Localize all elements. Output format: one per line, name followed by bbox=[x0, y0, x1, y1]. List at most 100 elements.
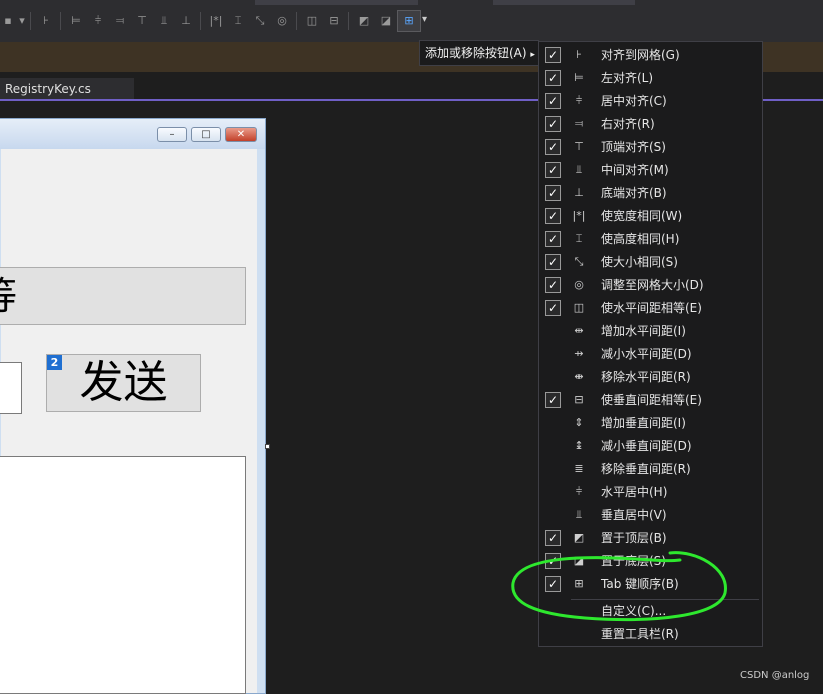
menu-item-label: 使宽度相同(W) bbox=[601, 209, 683, 223]
layout-toolbar: ▪ ▾ ⊦ ⊨ ⫩ ⫤ ⊤ ⫫ ⊥ |*| ⌶ ⤡ ◎ ◫ ⊟ ◩ ◪ ⊞ ▾ bbox=[0, 0, 823, 42]
menu-item-checkbox[interactable]: ✓ bbox=[545, 254, 561, 270]
menu-item-20[interactable]: ⫫ 垂直居中(V) bbox=[539, 504, 762, 527]
menu-item-checkbox[interactable] bbox=[545, 323, 561, 339]
menu-item-label: 增加垂直间距(I) bbox=[601, 416, 686, 430]
menu-item-2[interactable]: ✓ ⫩ 居中对齐(C) bbox=[539, 90, 762, 113]
menu-item-checkbox[interactable] bbox=[545, 369, 561, 385]
menu-item-7[interactable]: ✓ |*| 使宽度相同(W) bbox=[539, 205, 762, 228]
menu-item-13[interactable]: ⇸ 减小水平间距(D) bbox=[539, 343, 762, 366]
tab-order-button[interactable]: ⊞ bbox=[397, 10, 421, 32]
menu-item-18[interactable]: ≣ 移除垂直间距(R) bbox=[539, 458, 762, 481]
menu-item-checkbox[interactable]: ✓ bbox=[545, 553, 561, 569]
send-to-back-icon: ◪ bbox=[573, 554, 585, 567]
menu-item-16[interactable]: ⇕ 增加垂直间距(I) bbox=[539, 412, 762, 435]
add-remove-buttons-menu: ✓ ⊦ 对齐到网格(G) ✓ ⊨ 左对齐(L) ✓ ⫩ 居中对齐(C) ✓ ⫤ 右对齐(R) ✓ ⊤ 顶端对… bbox=[538, 41, 763, 647]
chevron-right-icon: ▸ bbox=[530, 50, 535, 60]
menu-item-checkbox[interactable]: ✓ bbox=[545, 70, 561, 86]
menu-item-9[interactable]: ✓ ⤡ 使大小相同(S) bbox=[539, 251, 762, 274]
send-button[interactable]: 发送 bbox=[46, 354, 201, 412]
menu-item-checkbox[interactable]: ✓ bbox=[545, 576, 561, 592]
menu-item-checkbox[interactable]: ✓ bbox=[545, 231, 561, 247]
menu-item-4[interactable]: ✓ ⊤ 顶端对齐(S) bbox=[539, 136, 762, 159]
menu-item-19[interactable]: ⫩ 水平居中(H) bbox=[539, 481, 762, 504]
same-size-icon[interactable]: ⤡ bbox=[252, 13, 268, 29]
resize-handle[interactable] bbox=[265, 444, 270, 449]
align-left-icon[interactable]: ⊨ bbox=[68, 13, 84, 29]
menu-item-0[interactable]: ✓ ⊦ 对齐到网格(G) bbox=[539, 44, 762, 67]
menu-item-checkbox[interactable]: ✓ bbox=[545, 47, 561, 63]
vspacing-equal-icon[interactable]: ⊟ bbox=[326, 13, 342, 29]
menu-item-8[interactable]: ✓ ⌶ 使高度相同(H) bbox=[539, 228, 762, 251]
align-right-icon: ⫤ bbox=[574, 117, 584, 130]
menu-item-12[interactable]: ⇹ 增加水平间距(I) bbox=[539, 320, 762, 343]
menu-item-label: 增加水平间距(I) bbox=[601, 324, 686, 338]
close-icon[interactable]: ✕ bbox=[225, 127, 257, 142]
align-center-icon[interactable]: ⫩ bbox=[90, 13, 106, 29]
menu-item-label: 减小垂直间距(D) bbox=[601, 439, 692, 453]
output-panel[interactable] bbox=[0, 456, 246, 694]
menu-item-checkbox[interactable]: ✓ bbox=[545, 116, 561, 132]
same-height-icon: ⌶ bbox=[575, 232, 583, 245]
center-horizontally-icon: ⫩ bbox=[575, 485, 583, 498]
menu-item-checkbox[interactable] bbox=[545, 438, 561, 454]
add-remove-buttons-dropdown[interactable]: 添加或移除按钮(A) ▸ bbox=[419, 40, 539, 66]
menu-item-checkbox[interactable] bbox=[545, 346, 561, 362]
menu-item-checkbox[interactable]: ✓ bbox=[545, 208, 561, 224]
menu-item-checkbox[interactable] bbox=[545, 415, 561, 431]
message-input[interactable] bbox=[0, 362, 22, 414]
add-remove-dropdown-toggle[interactable]: ▾ bbox=[422, 14, 432, 34]
add-remove-label: 添加或移除按钮(A) bbox=[425, 46, 527, 60]
maximize-icon[interactable]: □ bbox=[191, 127, 221, 142]
align-grid-icon: ⊦ bbox=[576, 48, 582, 61]
align-middle-icon[interactable]: ⫫ bbox=[156, 13, 172, 29]
hspacing-equal-icon[interactable]: ◫ bbox=[304, 13, 320, 29]
toolbar-separator bbox=[200, 12, 201, 30]
same-height-icon[interactable]: ⌶ bbox=[230, 13, 246, 29]
menu-item-11[interactable]: ✓ ◫ 使水平间距相等(E) bbox=[539, 297, 762, 320]
menu-item-checkbox[interactable] bbox=[545, 484, 561, 500]
menu-item-label: 居中对齐(C) bbox=[601, 94, 667, 108]
minimize-icon[interactable]: – bbox=[157, 127, 187, 142]
menu-item-checkbox[interactable] bbox=[545, 461, 561, 477]
toolbar-top-strip-2 bbox=[493, 0, 635, 5]
same-width-icon[interactable]: |*| bbox=[208, 13, 224, 29]
align-top-icon[interactable]: ⊤ bbox=[134, 13, 150, 29]
menu-item-checkbox[interactable] bbox=[545, 507, 561, 523]
send-to-back-icon[interactable]: ◪ bbox=[378, 13, 394, 29]
align-bottom-icon[interactable]: ⊥ bbox=[178, 13, 194, 29]
menu-item-checkbox[interactable]: ✓ bbox=[545, 162, 561, 178]
menu-item-10[interactable]: ✓ ◎ 调整至网格大小(D) bbox=[539, 274, 762, 297]
menu-item-checkbox[interactable]: ✓ bbox=[545, 530, 561, 546]
menu-item-25[interactable]: 重置工具栏(R) bbox=[539, 623, 762, 646]
menu-item-checkbox[interactable]: ✓ bbox=[545, 277, 561, 293]
bring-to-front-icon[interactable]: ◩ bbox=[356, 13, 372, 29]
menu-item-23[interactable]: ✓ ⊞ Tab 键顺序(B) bbox=[539, 573, 762, 596]
menu-item-checkbox[interactable]: ✓ bbox=[545, 93, 561, 109]
text-display-box[interactable]: 等 bbox=[0, 267, 246, 325]
menu-item-checkbox[interactable]: ✓ bbox=[545, 139, 561, 155]
menu-separator bbox=[571, 599, 759, 600]
menu-item-14[interactable]: ⇼ 移除水平间距(R) bbox=[539, 366, 762, 389]
tab-registrykey[interactable]: RegistryKey.cs bbox=[0, 78, 134, 100]
align-grid-icon[interactable]: ⊦ bbox=[38, 13, 54, 29]
menu-item-1[interactable]: ✓ ⊨ 左对齐(L) bbox=[539, 67, 762, 90]
menu-item-24[interactable]: 自定义(C)... bbox=[539, 600, 762, 623]
align-right-icon[interactable]: ⫤ bbox=[112, 13, 128, 29]
menu-item-17[interactable]: ↨ 减小垂直间距(D) bbox=[539, 435, 762, 458]
menu-item-5[interactable]: ✓ ⫫ 中间对齐(M) bbox=[539, 159, 762, 182]
menu-item-label: 置于底层(S) bbox=[601, 554, 666, 568]
size-to-grid-icon[interactable]: ◎ bbox=[274, 13, 290, 29]
textbox-glyph: 等 bbox=[0, 274, 17, 318]
menu-item-6[interactable]: ✓ ⊥ 底端对齐(B) bbox=[539, 182, 762, 205]
menu-item-checkbox[interactable]: ✓ bbox=[545, 185, 561, 201]
menu-item-22[interactable]: ✓ ◪ 置于底层(S) bbox=[539, 550, 762, 573]
menu-item-21[interactable]: ✓ ◩ 置于顶层(B) bbox=[539, 527, 762, 550]
menu-item-3[interactable]: ✓ ⫤ 右对齐(R) bbox=[539, 113, 762, 136]
menu-item-checkbox[interactable]: ✓ bbox=[545, 300, 561, 316]
menu-item-label: 中间对齐(M) bbox=[601, 163, 669, 177]
chevron-down-icon[interactable]: ▾ bbox=[14, 13, 30, 29]
menu-item-label: 顶端对齐(S) bbox=[601, 140, 666, 154]
menu-item-label: 自定义(C)... bbox=[601, 604, 667, 618]
menu-item-checkbox[interactable]: ✓ bbox=[545, 392, 561, 408]
menu-item-15[interactable]: ✓ ⊟ 使垂直间距相等(E) bbox=[539, 389, 762, 412]
